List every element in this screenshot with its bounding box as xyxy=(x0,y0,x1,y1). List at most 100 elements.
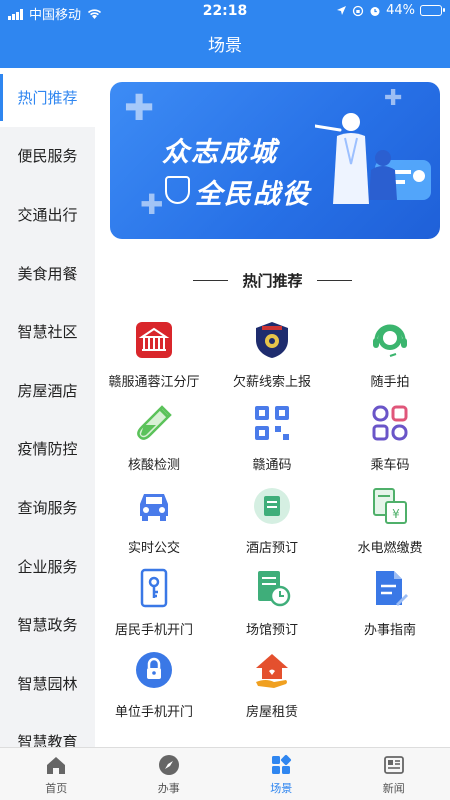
service-item[interactable]: 随手拍 xyxy=(331,320,449,390)
car-icon xyxy=(140,494,168,521)
sidebar-item-label: 便民服务 xyxy=(17,147,78,166)
battery-percent: 44% xyxy=(386,3,415,18)
category-sidebar: 热门推荐便民服务交通出行美食用餐智慧社区房屋酒店疫情防控查询服务企业服务智慧政务… xyxy=(0,68,95,747)
service-label: 乘车码 xyxy=(370,458,410,473)
service-item[interactable]: 乘车码 xyxy=(331,403,449,473)
qr-code-icon xyxy=(255,406,289,440)
service-item[interactable]: ¥ 水电燃缴费 xyxy=(331,486,449,556)
grid-icon xyxy=(272,754,292,774)
plus-decoration-icon: ✚ xyxy=(140,188,164,221)
service-label: 房屋租赁 xyxy=(245,705,298,720)
shield-person-icon xyxy=(165,176,190,204)
test-tube-icon xyxy=(137,405,172,440)
headset-icon xyxy=(373,324,407,357)
home-icon xyxy=(47,756,66,774)
sidebar-item[interactable]: 疫情防控 xyxy=(0,420,95,479)
service-item[interactable]: 房屋租赁 xyxy=(213,650,331,720)
sidebar-item[interactable]: 查询服务 xyxy=(0,478,95,537)
tab-label: 办事 xyxy=(157,781,180,795)
battery-icon xyxy=(420,5,445,16)
sidebar-item[interactable]: 智慧园林 xyxy=(0,654,95,713)
tab-0[interactable]: 首页 xyxy=(0,748,113,800)
sidebar-item-label: 美食用餐 xyxy=(17,264,78,283)
news-icon xyxy=(383,755,404,774)
service-label: 酒店预订 xyxy=(245,541,298,556)
service-item[interactable]: 欠薪线索上报 xyxy=(213,320,331,390)
content-panel: ✚ ✚ ✚ 众志成城 全民战役 热门推荐 赣服通蓉江分厅 欠薪线索上报 随手拍核酸检… xyxy=(95,68,450,747)
banner-line-1: 众志成城 xyxy=(162,137,278,168)
service-item[interactable]: 核酸检测 xyxy=(95,403,213,473)
sidebar-item-label: 房屋酒店 xyxy=(17,381,78,400)
sidebar-item-label: 智慧政务 xyxy=(17,616,78,635)
tab-label: 首页 xyxy=(45,781,68,795)
sidebar-item[interactable]: 美食用餐 xyxy=(0,244,95,303)
section-title: 热门推荐 xyxy=(242,272,303,290)
sidebar-item[interactable]: 房屋酒店 xyxy=(0,361,95,420)
calendar-doc-icon xyxy=(258,571,291,607)
service-label: 实时公交 xyxy=(127,541,180,556)
service-item[interactable]: 酒店预订 xyxy=(213,486,331,556)
tab-label: 场景 xyxy=(270,781,293,795)
service-label: 场馆预订 xyxy=(245,623,298,638)
phone-key-icon xyxy=(140,568,168,608)
bill-icon: ¥ xyxy=(373,488,407,524)
service-label: 居民手机开门 xyxy=(114,623,193,638)
sidebar-item[interactable]: 智慧教育 xyxy=(0,713,95,747)
sidebar-item[interactable]: 热门推荐 xyxy=(0,68,95,127)
service-label: 欠薪线索上报 xyxy=(232,375,311,390)
alarm-icon xyxy=(370,6,380,16)
sidebar-item-label: 交通出行 xyxy=(17,205,78,224)
service-label: 赣通码 xyxy=(252,458,292,473)
page-title: 场景 xyxy=(0,24,450,68)
sidebar-item-label: 企业服务 xyxy=(17,557,78,576)
tab-1[interactable]: 办事 xyxy=(113,748,226,800)
tab-label: 新闻 xyxy=(382,781,405,795)
house-hand-icon xyxy=(256,654,288,688)
bottom-tab-bar: 首页 办事 场景 新闻 xyxy=(0,747,450,800)
ride-code-icon xyxy=(372,405,408,441)
service-item[interactable]: 实时公交 xyxy=(95,486,213,556)
plus-decoration-icon: ✚ xyxy=(124,88,155,129)
sidebar-item[interactable]: 智慧社区 xyxy=(0,302,95,361)
police-badge-icon xyxy=(256,322,288,358)
divider xyxy=(316,279,352,282)
sidebar-item-label: 智慧教育 xyxy=(17,733,78,747)
banner-line-2: 全民战役 xyxy=(195,179,311,210)
guide-doc-icon xyxy=(376,571,408,606)
hotel-icon xyxy=(254,488,290,524)
sidebar-item-label: 疫情防控 xyxy=(17,440,78,459)
divider xyxy=(193,279,229,282)
service-item[interactable]: 赣通码 xyxy=(213,403,331,473)
sidebar-item-label: 查询服务 xyxy=(17,498,78,517)
sidebar-item[interactable]: 交通出行 xyxy=(0,185,95,244)
sidebar-item-label: 智慧园林 xyxy=(17,674,78,693)
svg-text:¥: ¥ xyxy=(392,507,400,521)
service-label: 水电燃缴费 xyxy=(357,541,423,556)
sidebar-item-label: 热门推荐 xyxy=(17,88,78,107)
service-item[interactable]: 赣服通蓉江分厅 xyxy=(95,320,213,390)
service-item[interactable]: 居民手机开门 xyxy=(95,568,213,638)
location-arrow-icon xyxy=(337,6,347,15)
section-header: 热门推荐 xyxy=(95,270,450,291)
lock-icon xyxy=(136,652,172,688)
rotation-lock-icon xyxy=(352,5,364,16)
tab-2[interactable]: 场景 xyxy=(225,748,338,800)
doctor-illustration-icon xyxy=(315,113,431,204)
banner-image[interactable]: ✚ ✚ ✚ 众志成城 全民战役 xyxy=(110,82,440,239)
tab-3[interactable]: 新闻 xyxy=(338,748,450,800)
service-label: 核酸检测 xyxy=(127,458,180,473)
service-item[interactable]: 场馆预订 xyxy=(213,568,331,638)
status-bar: 中国移动 22:18 44% xyxy=(0,0,450,24)
sidebar-item[interactable]: 智慧政务 xyxy=(0,595,95,654)
service-label: 随手拍 xyxy=(370,375,410,390)
service-item[interactable]: 单位手机开门 xyxy=(95,650,213,720)
service-label: 单位手机开门 xyxy=(114,705,193,720)
compass-icon xyxy=(158,754,179,775)
sidebar-item-label: 智慧社区 xyxy=(17,323,78,342)
building-icon xyxy=(136,322,172,358)
service-item[interactable]: 办事指南 xyxy=(331,568,449,638)
service-label: 赣服通蓉江分厅 xyxy=(108,375,200,390)
service-label: 办事指南 xyxy=(363,623,416,638)
sidebar-item[interactable]: 便民服务 xyxy=(0,127,95,186)
sidebar-item[interactable]: 企业服务 xyxy=(0,537,95,596)
